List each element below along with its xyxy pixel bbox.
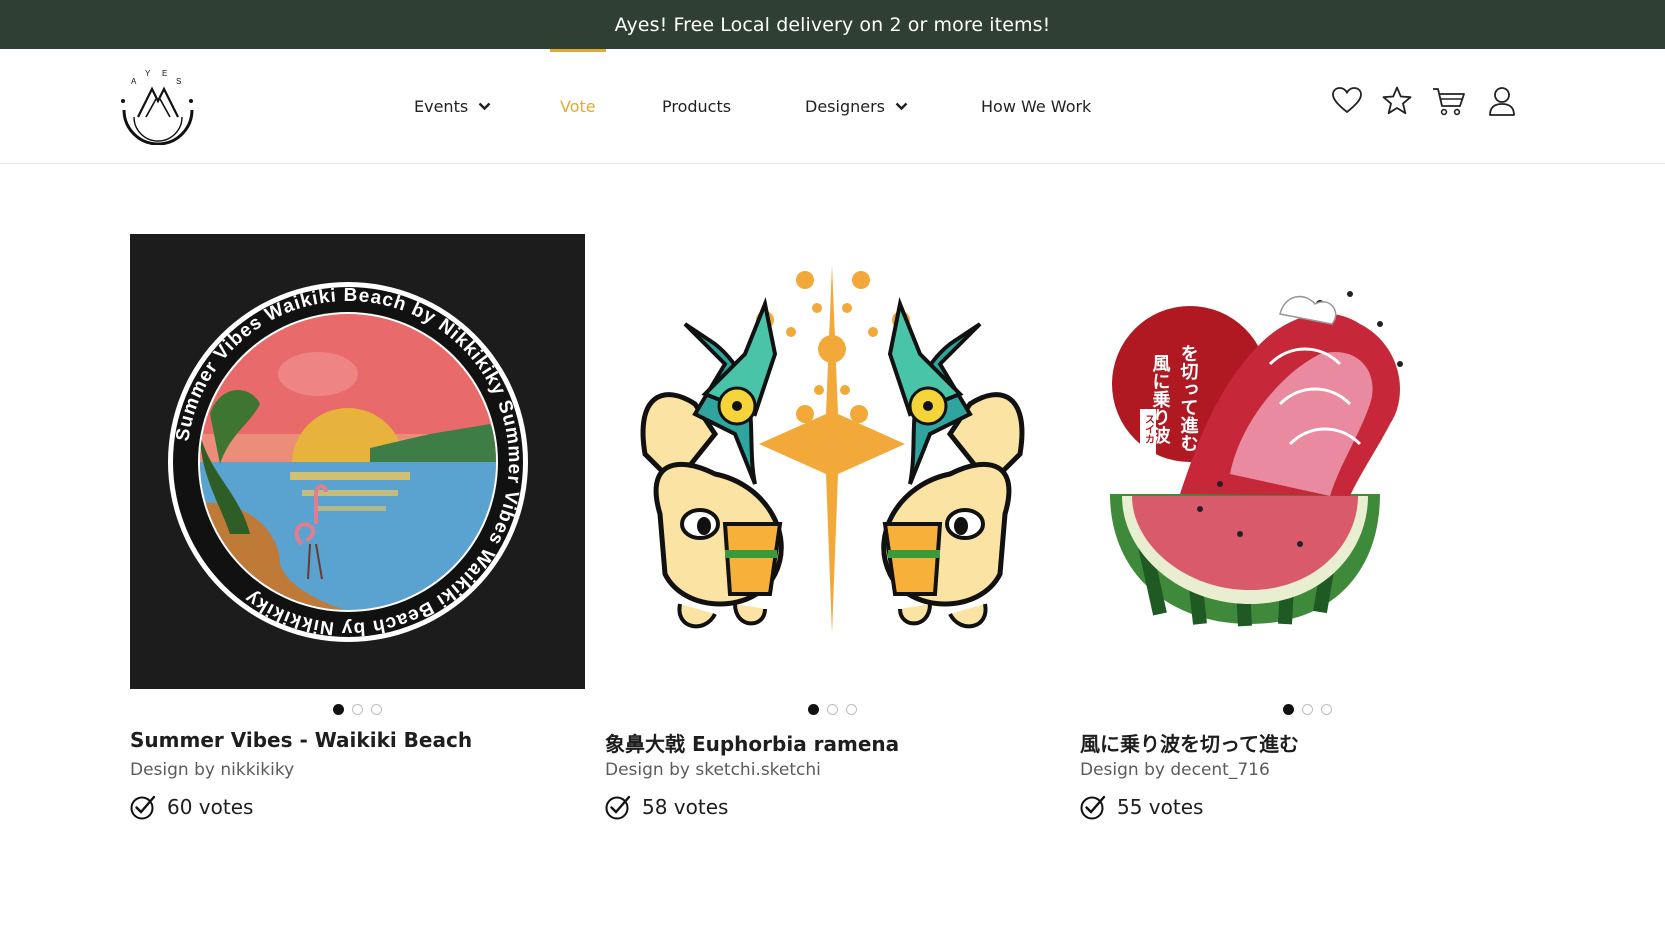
logo-letter-s: S (176, 77, 181, 86)
nav-how-we-work[interactable]: How We Work (981, 49, 1091, 164)
carousel-dot[interactable] (333, 704, 344, 715)
designer-credit[interactable]: Design by nikkikiky (130, 760, 294, 780)
vote-count: 60 votes (167, 795, 254, 819)
nav-designers[interactable]: Designers (805, 49, 908, 164)
nav-products-label: Products (662, 97, 732, 116)
nav-how-we-work-label: How We Work (981, 97, 1092, 116)
vote-button[interactable]: 60 votes (130, 794, 253, 820)
design-card[interactable]: 風に乗り波 を切って進む スイカ 風に乗り波を切って進む Design by d… (1080, 234, 1535, 820)
vote-check-icon (1080, 795, 1106, 820)
user-icon[interactable] (1487, 85, 1519, 117)
vote-button[interactable]: 58 votes (605, 794, 728, 820)
logo-letter-a: A (131, 77, 137, 86)
design-card[interactable]: 象鼻大戟 Euphorbia ramena Design by sketchi.… (605, 234, 1060, 820)
art-text-3: スイカ (1143, 414, 1155, 444)
vote-count: 55 votes (1117, 795, 1204, 819)
carousel-dot[interactable] (808, 704, 819, 715)
nav-designers-label: Designers (805, 97, 885, 116)
carousel-dot[interactable] (352, 704, 363, 715)
nav-events[interactable]: Events (414, 49, 491, 164)
logo-letter-y: Y (145, 69, 151, 78)
site-header: A Y E S Events Vote Products Designers H… (0, 49, 1665, 164)
nav-vote-label: Vote (560, 97, 596, 116)
heart-icon[interactable] (1331, 85, 1363, 117)
logo-letter-e: E (162, 69, 167, 78)
carousel-dot[interactable] (827, 704, 838, 715)
design-image[interactable]: 風に乗り波 を切って進む スイカ (1080, 234, 1535, 689)
promo-text: Ayes! Free Local delivery on 2 or more i… (614, 13, 1051, 36)
designer-credit[interactable]: Design by sketchi.sketchi (605, 760, 821, 780)
carousel-dot[interactable] (846, 704, 857, 715)
design-title[interactable]: 象鼻大戟 Euphorbia ramena (605, 728, 899, 757)
carousel-dot[interactable] (1302, 704, 1313, 715)
promo-banner: Ayes! Free Local delivery on 2 or more i… (0, 0, 1665, 49)
vote-check-icon (130, 795, 156, 820)
nav-events-label: Events (414, 97, 469, 116)
carousel-dots (605, 704, 1060, 715)
designer-credit[interactable]: Design by decent_716 (1080, 760, 1270, 780)
vote-count: 58 votes (642, 795, 729, 819)
chevron-down-icon (895, 102, 908, 111)
carousel-dots (1080, 704, 1535, 715)
carousel-dots (130, 704, 585, 715)
carousel-dot[interactable] (1283, 704, 1294, 715)
vote-check-icon (605, 795, 631, 820)
brand-logo[interactable]: A Y E S (116, 65, 200, 146)
carousel-dot[interactable] (1321, 704, 1332, 715)
design-title[interactable]: Summer Vibes - Waikiki Beach (130, 728, 472, 752)
nav-vote[interactable]: Vote (550, 49, 606, 164)
chevron-down-icon (478, 102, 491, 111)
art-text-2: を切って進む (1178, 344, 1199, 452)
star-icon[interactable] (1381, 85, 1413, 117)
design-image[interactable]: Summer Vibes Waikiki Beach by Nikkikiky … (130, 234, 585, 689)
carousel-dot[interactable] (371, 704, 382, 715)
vote-button[interactable]: 55 votes (1080, 794, 1203, 820)
design-title[interactable]: 風に乗り波を切って進む (1080, 728, 1299, 757)
cart-icon[interactable] (1432, 85, 1465, 117)
design-card[interactable]: Summer Vibes Waikiki Beach by Nikkikiky … (130, 234, 585, 820)
nav-products[interactable]: Products (662, 49, 731, 164)
design-image[interactable] (605, 234, 1060, 689)
